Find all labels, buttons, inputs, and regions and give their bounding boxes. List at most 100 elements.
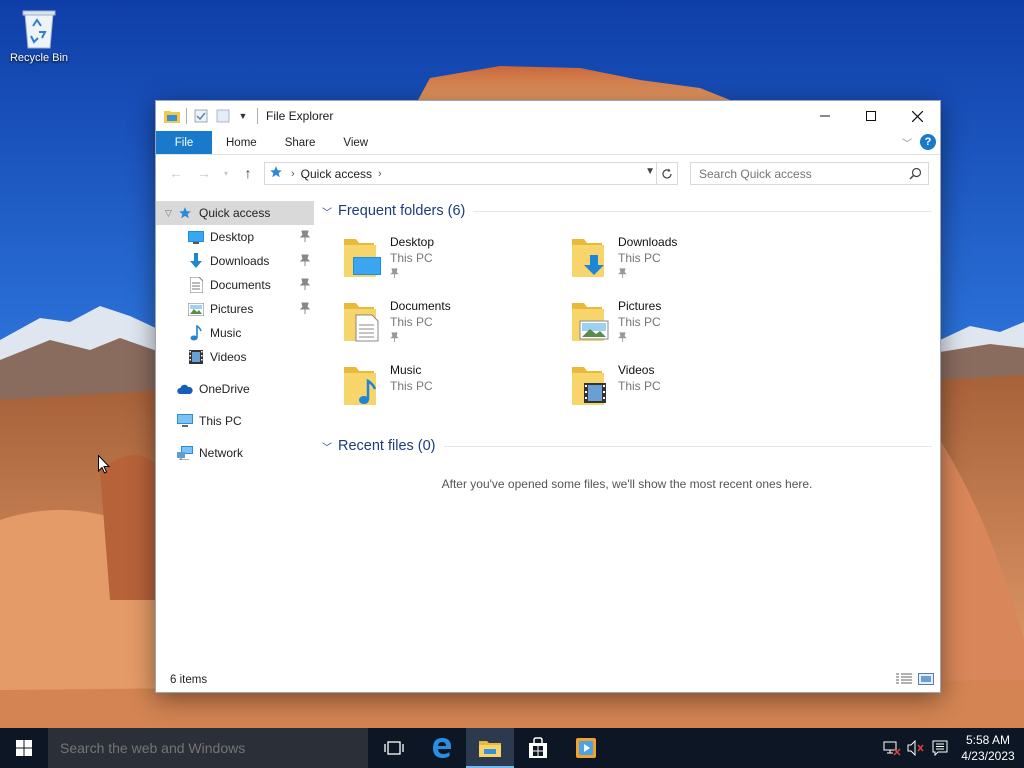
minimize-button[interactable]	[802, 101, 848, 131]
recent-locations-button[interactable]: ▾	[218, 161, 234, 185]
breadcrumb-separator-icon[interactable]: ›	[378, 168, 382, 180]
maximize-icon	[866, 111, 876, 121]
breadcrumb-quick-access[interactable]: Quick access	[301, 167, 372, 181]
close-icon	[911, 110, 923, 122]
quick-access-star-icon	[177, 205, 193, 221]
folder-tile-documents[interactable]: Documents This PC	[340, 297, 560, 353]
main-pane: ﹀ Frequent folders (6) Desktop This PC D…	[314, 193, 940, 668]
edge-browser-icon	[433, 738, 451, 758]
tab-share[interactable]: Share	[271, 131, 330, 154]
address-dropdown-icon[interactable]: ▼	[645, 166, 655, 177]
search-icon[interactable]	[909, 167, 922, 183]
refresh-icon	[662, 168, 672, 178]
onedrive-cloud-icon	[177, 381, 193, 397]
large-icons-view-icon[interactable]	[918, 673, 934, 688]
videos-film-icon	[188, 349, 204, 365]
tab-file[interactable]: File	[156, 131, 212, 154]
breadcrumb-separator-icon[interactable]: ›	[291, 168, 295, 180]
properties-icon[interactable]	[193, 108, 209, 124]
recycle-bin-icon	[19, 6, 59, 50]
quick-access-star-icon	[269, 165, 285, 182]
network-status-button[interactable]	[880, 728, 904, 768]
frequent-folders-header[interactable]: ﹀ Frequent folders (6)	[322, 201, 932, 221]
nav-item-videos[interactable]: Videos	[156, 345, 314, 369]
pin-icon	[618, 267, 677, 281]
up-button[interactable]: ↑	[234, 161, 262, 185]
window-title: File Explorer	[266, 109, 334, 123]
nav-item-label: OneDrive	[199, 382, 250, 396]
back-button[interactable]: ←	[162, 161, 190, 185]
toolbar-separator	[186, 108, 187, 124]
nav-item-pictures[interactable]: Pictures	[156, 297, 314, 321]
chevron-down-icon: ▾	[223, 168, 228, 178]
file-explorer-taskbar-button[interactable]	[466, 728, 514, 768]
nav-item-quick-access[interactable]: ▽ Quick access	[156, 201, 314, 225]
nav-item-label: Music	[210, 326, 242, 340]
action-center-button[interactable]	[928, 728, 952, 768]
pictures-folder-icon	[568, 297, 612, 345]
address-bar[interactable]: › Quick access › ▼	[264, 162, 678, 185]
folder-location: This PC	[390, 251, 433, 265]
music-note-icon	[188, 325, 204, 341]
start-button[interactable]	[0, 728, 48, 768]
nav-item-documents[interactable]: Documents	[156, 273, 314, 297]
close-button[interactable]	[894, 101, 940, 131]
nav-item-this-pc[interactable]: This PC	[156, 409, 314, 433]
recent-files-header[interactable]: ﹀ Recent files (0)	[322, 436, 932, 456]
new-folder-icon[interactable]	[215, 108, 231, 124]
nav-item-network[interactable]: Network	[156, 441, 314, 465]
task-view-button[interactable]	[370, 728, 418, 768]
taskbar-search-box	[48, 728, 368, 768]
search-input[interactable]	[691, 166, 901, 181]
taskbar: 5:58 AM 4/23/2023	[0, 728, 1024, 768]
details-view-icon[interactable]	[896, 673, 912, 688]
folder-tile-downloads[interactable]: Downloads This PC	[568, 233, 788, 289]
forward-button[interactable]: →	[190, 161, 218, 185]
folder-location: This PC	[390, 379, 433, 393]
folder-location: This PC	[390, 315, 433, 329]
recycle-bin-desktop-icon[interactable]: Recycle Bin	[6, 6, 72, 64]
nav-item-label: Videos	[210, 350, 247, 364]
recycle-bin-label: Recycle Bin	[9, 52, 69, 64]
group-divider	[443, 445, 932, 447]
pin-icon	[299, 254, 311, 269]
volume-button[interactable]	[904, 728, 928, 768]
network-disconnected-icon	[883, 741, 901, 756]
network-icon	[177, 445, 193, 461]
media-player-taskbar-button[interactable]	[562, 728, 610, 768]
nav-item-label: Network	[199, 446, 244, 460]
file-explorer-app-icon[interactable]	[164, 108, 180, 124]
help-icon[interactable]: ?	[920, 134, 936, 150]
nav-item-music[interactable]: Music	[156, 321, 314, 345]
nav-item-onedrive[interactable]: OneDrive	[156, 377, 314, 401]
folder-tile-music[interactable]: Music This PC	[340, 361, 560, 417]
system-tray: 5:58 AM 4/23/2023	[880, 728, 1024, 768]
folder-tile-pictures[interactable]: Pictures This PC	[568, 297, 788, 353]
folder-tile-desktop[interactable]: Desktop This PC	[340, 233, 560, 289]
nav-item-downloads[interactable]: Downloads	[156, 249, 314, 273]
expand-ribbon-chevron-icon[interactable]: ﹀	[902, 135, 912, 150]
system-clock[interactable]: 5:58 AM 4/23/2023	[952, 732, 1024, 764]
nav-item-desktop[interactable]: Desktop	[156, 225, 314, 249]
maximize-button[interactable]	[848, 101, 894, 131]
customize-toolbar-chevron-icon[interactable]: ▼	[235, 108, 251, 124]
taskbar-search-input[interactable]	[60, 740, 360, 756]
documents-folder-icon	[340, 297, 384, 345]
collapse-chevron-icon[interactable]: ▽	[165, 208, 177, 219]
refresh-button[interactable]	[656, 163, 677, 184]
collapse-group-chevron-icon[interactable]: ﹀	[322, 204, 332, 219]
nav-item-label: Pictures	[210, 302, 254, 316]
edge-taskbar-button[interactable]	[418, 728, 466, 768]
minimize-icon	[820, 115, 830, 117]
collapse-group-chevron-icon[interactable]: ﹀	[322, 439, 332, 454]
store-taskbar-button[interactable]	[514, 728, 562, 768]
videos-folder-icon	[568, 361, 612, 409]
tab-view[interactable]: View	[329, 131, 382, 154]
window-controls	[802, 101, 940, 131]
pin-icon	[390, 331, 451, 345]
toolbar-separator	[257, 108, 258, 124]
task-view-icon	[384, 741, 404, 755]
folder-tile-videos[interactable]: Videos This PC	[568, 361, 788, 417]
ribbon-right-controls: ﹀ ?	[902, 134, 936, 150]
tab-home[interactable]: Home	[212, 131, 271, 154]
